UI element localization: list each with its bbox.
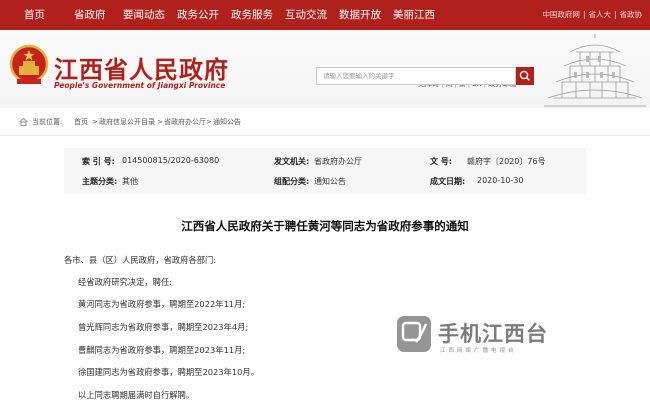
- breadcrumb-item-catalog[interactable]: 政府信息公开目录: [99, 108, 155, 136]
- nav-item-services[interactable]: 政务服务: [231, 0, 273, 30]
- site-header: 江西省人民政府 People's Government of Jiangxi P…: [0, 30, 650, 108]
- national-emblem-icon: [9, 44, 49, 84]
- docno-label: 文 号:: [430, 157, 452, 166]
- search-icon: [519, 70, 530, 81]
- top-nav: 首页 省政府 要闻动态 政务公开 政务服务 互动交流 数据开放 美丽江西 中国政…: [0, 0, 650, 30]
- article-paragraph: 曾光辉同志为省政府参事，聘期至2023年4月;: [78, 322, 249, 332]
- top-right-links: 中国政府网 | 省人大 | 省政协: [542, 10, 643, 19]
- link-provincial-npc[interactable]: 省人大: [588, 10, 611, 19]
- watermark-text: 手机江西台: [438, 322, 548, 346]
- nav-item-beautiful-jiangxi[interactable]: 美丽江西: [393, 0, 435, 30]
- theme-label: 主题分类:: [82, 177, 118, 186]
- nav-item-news[interactable]: 要闻动态: [123, 0, 165, 30]
- index-label: 索 引 号:: [82, 157, 115, 166]
- breadcrumb-prefix: 当前位置:: [32, 118, 63, 126]
- search-input[interactable]: 请输入您要输入的关键字: [316, 67, 516, 85]
- article-paragraph: 经省政府研究决定，聘任:: [78, 277, 173, 287]
- nav-item-home[interactable]: 首页: [24, 0, 45, 30]
- nav-item-open-data[interactable]: 数据开放: [339, 0, 381, 30]
- document-meta-table: 索 引 号: 014500815/2020-63080 发文机关: 省政府办公厅…: [64, 148, 586, 194]
- breadcrumb-item-office[interactable]: 省政府办公厅: [164, 108, 206, 136]
- issuer-value: 省政府办公厅: [314, 157, 362, 166]
- breadcrumb-item-notices[interactable]: 通知公告: [213, 108, 241, 136]
- site-title[interactable]: 江西省人民政府: [54, 50, 229, 85]
- nav-item-public-affairs[interactable]: 政务公开: [177, 0, 219, 30]
- date-label: 成文日期:: [430, 177, 466, 186]
- search-placeholder: 请输入您要输入的关键字: [323, 72, 395, 80]
- breadcrumb-sep: >: [157, 118, 163, 126]
- article-paragraph: 以上同志聘期届满时自行解聘。: [78, 390, 195, 400]
- article-salutation: 各市、县（区）人民政府，省政府各部门:: [64, 255, 217, 265]
- nav-item-interaction[interactable]: 互动交流: [285, 0, 327, 30]
- tengwang-pavilion-image: [544, 34, 646, 107]
- date-value: 2020-10-30: [477, 176, 524, 185]
- link-provincial-cppcc[interactable]: 省政协: [620, 10, 643, 19]
- docno-value: 赣府字〔2020〕76号: [467, 157, 546, 166]
- breadcrumb-item-home[interactable]: 首页: [74, 108, 88, 136]
- breadcrumb-sep: >: [92, 118, 98, 126]
- nav-item-government[interactable]: 省政府: [74, 0, 106, 30]
- genre-label: 组配分类:: [274, 177, 310, 186]
- jxtv-logo-icon: [397, 316, 431, 352]
- home-icon: [19, 118, 28, 126]
- search-button[interactable]: [516, 67, 534, 85]
- article-paragraph: 曹麒同志为省政府参事，聘期至2023年11月;: [78, 345, 246, 355]
- breadcrumb-sep: >: [206, 118, 212, 126]
- site-subtitle: People's Government of Jiangxi Province: [54, 81, 226, 90]
- link-china-gov[interactable]: 中国政府网: [542, 10, 580, 19]
- article-title: 江西省人民政府关于聘任黄河等同志为省政府参事的通知: [181, 219, 469, 233]
- theme-value: 其他: [122, 177, 138, 186]
- issuer-label: 发文机关:: [274, 157, 310, 166]
- article-paragraph: 黄河同志为省政府参事，聘期至2022年11月;: [78, 299, 246, 309]
- article-paragraph: 徐国建同志为省政府参事，聘期至2023年10月。: [78, 367, 260, 377]
- genre-value: 通知公告: [314, 177, 346, 186]
- index-value: 014500815/2020-63080: [122, 156, 220, 165]
- jxtv-watermark: 手机江西台 江西网络广播电视台: [397, 316, 557, 360]
- breadcrumb: 当前位置: 首页 > 政府信息公开目录 > 省政府办公厅 > 通知公告: [0, 108, 650, 136]
- watermark-subtext: 江西网络广播电视台: [440, 348, 517, 354]
